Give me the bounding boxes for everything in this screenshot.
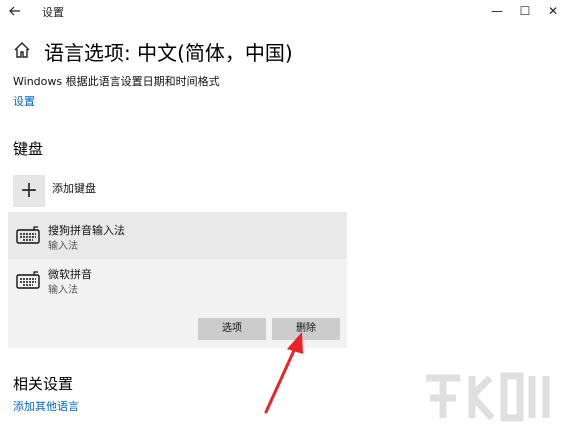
keyboard-icon: [16, 271, 40, 289]
home-icon[interactable]: [13, 41, 31, 59]
app-title: 设置: [42, 6, 64, 19]
keyboard-section-title: 键盘: [13, 140, 44, 158]
keyboard-item-microsoft-pinyin[interactable]: 微软拼音 输入法: [8, 259, 347, 303]
related-settings-title: 相关设置: [13, 375, 74, 393]
region-description: Windows 根据此语言设置日期和时间格式: [13, 75, 220, 88]
add-language-link[interactable]: 添加其他语言: [13, 398, 79, 414]
page-title: 语言选项: 中文(简体，中国): [44, 41, 293, 65]
add-keyboard-label[interactable]: 添加键盘: [52, 180, 96, 196]
keyboard-item-type: 输入法: [48, 285, 78, 296]
options-button[interactable]: 选项: [198, 318, 266, 340]
close-button[interactable]: ✕: [538, 0, 567, 24]
keyboard-icon: [16, 226, 40, 244]
back-arrow-icon: [9, 6, 20, 16]
minimize-button[interactable]: —: [482, 0, 512, 24]
annotation-arrow-icon: [264, 332, 303, 414]
back-button[interactable]: [6, 2, 24, 20]
keyboard-item-name: 微软拼音: [48, 268, 92, 281]
keyboard-item-sogou[interactable]: 搜狗拼音输入法 输入法: [8, 212, 347, 259]
add-keyboard-button[interactable]: +: [13, 175, 45, 207]
keyboard-item-type: 输入法: [48, 241, 78, 252]
plus-icon: +: [19, 178, 39, 203]
watermark-logo: [426, 372, 550, 422]
keyboard-item-name: 搜狗拼音输入法: [48, 224, 125, 237]
region-settings-link[interactable]: 设置: [13, 93, 35, 109]
maximize-button[interactable]: ☐: [510, 0, 540, 24]
